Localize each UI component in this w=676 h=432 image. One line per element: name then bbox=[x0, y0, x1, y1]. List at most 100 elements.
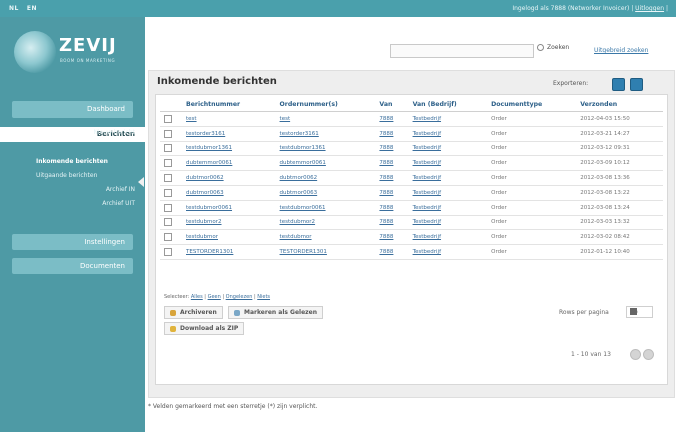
column-header-van-bedrijf[interactable]: Van (Bedrijf) bbox=[408, 97, 488, 112]
sidebar-item-dashboard[interactable]: Dashboard bbox=[12, 101, 133, 118]
select-all-link[interactable]: Alles bbox=[191, 294, 203, 300]
lang-nl-link[interactable]: NL bbox=[9, 5, 19, 12]
van-link[interactable]: 7888 bbox=[379, 234, 393, 240]
documenttype-cell: Order bbox=[487, 215, 577, 231]
column-header-ordernummers[interactable]: Ordernummer(s) bbox=[275, 97, 376, 112]
table-row[interactable]: testdubmor testdubmor 7888 Testbedrijf Order… bbox=[160, 229, 663, 246]
bedrijf-link[interactable]: Testbedrijf bbox=[413, 160, 441, 166]
select-unread-link[interactable]: Ongelezen bbox=[226, 294, 253, 300]
language-switch: NL EN bbox=[9, 5, 45, 12]
bericht-link[interactable]: dubtemmor0061 bbox=[186, 160, 232, 166]
bedrijf-link[interactable]: Testbedrijf bbox=[413, 116, 441, 122]
sidebar-item-uitgaande[interactable]: Uitgaande berichten bbox=[36, 172, 97, 179]
bedrijf-link[interactable]: Testbedrijf bbox=[413, 145, 441, 151]
verzonden-cell: 2012-03-21 14:27 bbox=[576, 126, 663, 142]
row-checkbox[interactable] bbox=[164, 203, 172, 212]
bedrijf-link[interactable]: Testbedrijf bbox=[413, 249, 441, 255]
selection-prefix: Selecteer: bbox=[164, 294, 190, 300]
sidebar-item-documenten[interactable]: Documenten bbox=[12, 258, 133, 274]
bedrijf-link[interactable]: Testbedrijf bbox=[413, 219, 441, 225]
row-checkbox[interactable] bbox=[164, 233, 172, 242]
bericht-link[interactable]: dubtmor0062 bbox=[186, 175, 224, 181]
van-link[interactable]: 7888 bbox=[379, 116, 393, 122]
bedrijf-link[interactable]: Testbedrijf bbox=[413, 205, 441, 211]
column-header-berichtnummer[interactable]: Berichtnummer bbox=[182, 97, 276, 112]
search-button[interactable]: Zoeken bbox=[537, 44, 569, 56]
column-header-van[interactable]: Van bbox=[375, 97, 409, 112]
export-excel-icon[interactable] bbox=[612, 78, 625, 91]
export-csv-icon[interactable] bbox=[630, 78, 643, 91]
table-row[interactable]: dubtmor0062 dubtmor0062 7888 Testbedrijf Ord… bbox=[160, 170, 663, 186]
row-checkbox[interactable] bbox=[164, 159, 172, 168]
logout-link[interactable]: Uitloggen bbox=[635, 5, 664, 12]
search-input[interactable] bbox=[390, 44, 534, 58]
next-page-icon[interactable] bbox=[643, 349, 654, 360]
van-link[interactable]: 7888 bbox=[379, 160, 393, 166]
advanced-search-link[interactable]: Uitgebreid zoeken bbox=[594, 47, 648, 54]
order-link[interactable]: test bbox=[280, 116, 291, 122]
table-row[interactable]: testdubmor2 testdubmor2 7888 Testbedrijf Ord… bbox=[160, 215, 663, 231]
per-page-select[interactable]: 10 bbox=[626, 306, 653, 318]
download-zip-button[interactable]: Download als ZIP bbox=[164, 322, 245, 335]
van-link[interactable]: 7888 bbox=[379, 249, 393, 255]
van-link[interactable]: 7888 bbox=[379, 145, 393, 151]
van-link[interactable]: 7888 bbox=[379, 205, 393, 211]
bericht-link[interactable]: TESTORDER1301 bbox=[186, 249, 233, 255]
column-header-documenttype[interactable]: Documenttype bbox=[487, 97, 577, 112]
mark-read-button[interactable]: Markeren als Gelezen bbox=[228, 306, 323, 319]
archive-button[interactable]: Archiveren bbox=[164, 306, 223, 319]
van-link[interactable]: 7888 bbox=[379, 131, 393, 137]
van-link[interactable]: 7888 bbox=[379, 175, 393, 181]
order-link[interactable]: dubtmor0063 bbox=[280, 190, 318, 196]
order-link[interactable]: testdubmor1361 bbox=[280, 145, 326, 151]
select-nothing-link[interactable]: Niets bbox=[257, 294, 270, 300]
row-checkbox[interactable] bbox=[164, 129, 172, 138]
row-checkbox[interactable] bbox=[164, 188, 172, 197]
bedrijf-link[interactable]: Testbedrijf bbox=[413, 131, 441, 137]
bericht-link[interactable]: testdubmor0061 bbox=[186, 205, 232, 211]
table-row[interactable]: testorder3161 testorder3161 7888 Testbedrij… bbox=[160, 126, 663, 142]
table-row[interactable]: TESTORDER1301 TESTORDER1301 7888 Testbedrij… bbox=[160, 244, 663, 260]
table-row[interactable]: dubtmor0063 dubtmor0063 7888 Testbedrijf Ord… bbox=[160, 185, 663, 201]
sidebar-item-nieuw-bericht[interactable]: Nieuw bericht bbox=[93, 129, 135, 136]
bericht-link[interactable]: testdubmor bbox=[186, 234, 218, 240]
sidebar-item-inkomende[interactable]: Inkomende berichten bbox=[36, 158, 108, 165]
documenttype-cell: Order bbox=[487, 155, 577, 172]
van-link[interactable]: 7888 bbox=[379, 219, 393, 225]
bericht-link[interactable]: testdubmor1361 bbox=[186, 145, 232, 151]
sidebar-item-archief-in[interactable]: Archief IN bbox=[106, 186, 135, 193]
row-checkbox[interactable] bbox=[164, 218, 172, 227]
table-row[interactable]: dubtemmor0061 dubtemmor0061 7888 Testbedrij… bbox=[160, 155, 663, 172]
order-link[interactable]: testdubmor bbox=[280, 234, 312, 240]
sidebar-item-instellingen[interactable]: Instellingen bbox=[12, 234, 133, 250]
lang-en-link[interactable]: EN bbox=[27, 5, 37, 12]
order-link[interactable]: dubtmor0062 bbox=[280, 175, 318, 181]
bericht-link[interactable]: testdubmor2 bbox=[186, 219, 222, 225]
bedrijf-link[interactable]: Testbedrijf bbox=[413, 175, 441, 181]
table-row[interactable]: test test 7888 Testbedrijf Order 2012-04-03 1… bbox=[160, 111, 663, 127]
row-checkbox[interactable] bbox=[164, 114, 172, 123]
order-link[interactable]: testdubmor0061 bbox=[280, 205, 326, 211]
order-link[interactable]: TESTORDER1301 bbox=[280, 249, 327, 255]
row-checkbox[interactable] bbox=[164, 248, 172, 257]
column-header-verzonden[interactable]: Verzonden bbox=[576, 97, 663, 112]
documenttype-cell: Order bbox=[487, 229, 577, 246]
table-row[interactable]: testdubmor0061 testdubmor0061 7888 Testbedr… bbox=[160, 200, 663, 216]
order-link[interactable]: testorder3161 bbox=[280, 131, 319, 137]
row-checkbox[interactable] bbox=[164, 144, 172, 153]
order-link[interactable]: dubtemmor0061 bbox=[280, 160, 326, 166]
bericht-link[interactable]: testorder3161 bbox=[186, 131, 225, 137]
bedrijf-link[interactable]: Testbedrijf bbox=[413, 234, 441, 240]
previous-page-icon[interactable] bbox=[630, 349, 641, 360]
bericht-link[interactable]: dubtmor0063 bbox=[186, 190, 224, 196]
select-none-link[interactable]: Geen bbox=[208, 294, 221, 300]
van-link[interactable]: 7888 bbox=[379, 190, 393, 196]
logo[interactable]: ZEVIJ BOOM ON MARKETING bbox=[10, 25, 138, 85]
mark-read-icon bbox=[234, 309, 240, 316]
bericht-link[interactable]: test bbox=[186, 116, 197, 122]
row-checkbox[interactable] bbox=[164, 174, 172, 183]
order-link[interactable]: testdubmor2 bbox=[280, 219, 316, 225]
table-row[interactable]: testdubmor1361 testdubmor1361 7888 Testbedr… bbox=[160, 141, 663, 157]
bedrijf-link[interactable]: Testbedrijf bbox=[413, 190, 441, 196]
sidebar-item-archief-uit[interactable]: Archief UIT bbox=[102, 200, 135, 207]
